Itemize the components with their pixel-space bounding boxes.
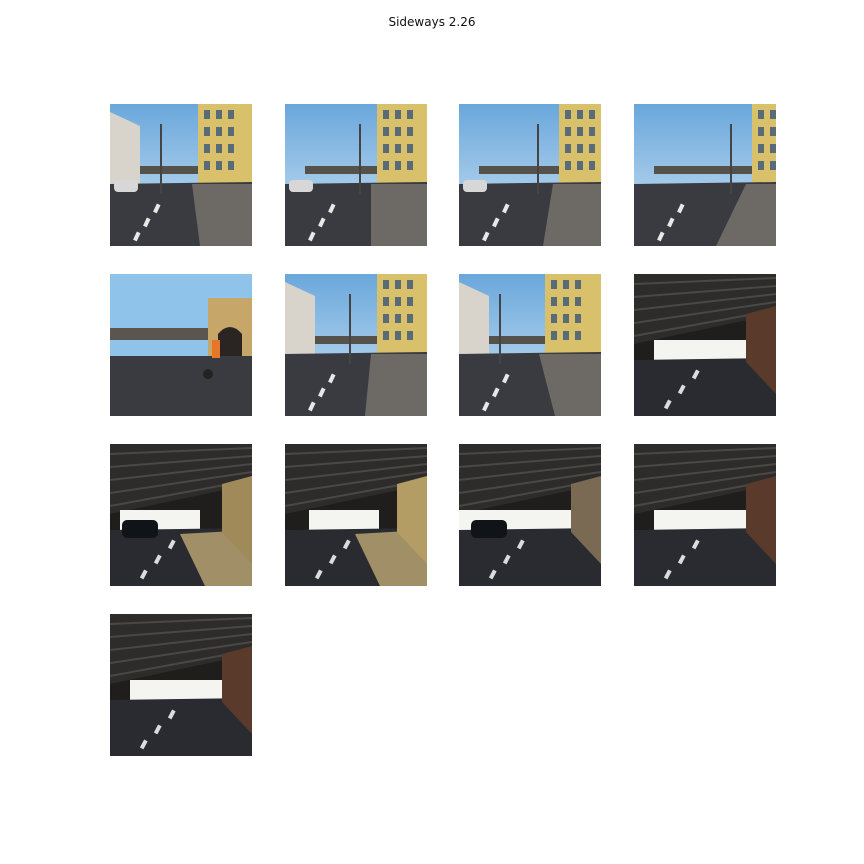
photo-tile-3 — [459, 104, 601, 246]
photo-underpass-exit — [459, 444, 601, 586]
figure-title: Sideways 2.26 — [388, 15, 476, 29]
photo-tile-13 — [110, 614, 252, 756]
photo-street-railing — [285, 104, 427, 246]
photo-underpass — [634, 444, 776, 586]
photo-tile-1 — [110, 104, 252, 246]
photo-tile-12 — [634, 444, 776, 586]
photo-underpass-parked-car — [110, 444, 252, 586]
photo-tile-4 — [634, 104, 776, 246]
photo-underpass — [634, 274, 776, 416]
photo-street-lamp-railing — [459, 104, 601, 246]
photo-gateway-building-cyclist — [110, 274, 252, 416]
photo-tile-7 — [459, 274, 601, 416]
photo-tile-11 — [459, 444, 601, 586]
photo-street-bike-lane — [459, 274, 601, 416]
photo-street-traffic-light — [110, 104, 252, 246]
photo-tile-8 — [634, 274, 776, 416]
photo-tile-10 — [285, 444, 427, 586]
photo-tile-6 — [285, 274, 427, 416]
photo-tile-2 — [285, 104, 427, 246]
photo-underpass — [110, 614, 252, 756]
photo-street-sign-bikes — [634, 104, 776, 246]
photo-tile-5 — [110, 274, 252, 416]
photo-underpass-sunlit — [285, 444, 427, 586]
photo-tile-9 — [110, 444, 252, 586]
photo-street-intersection — [285, 274, 427, 416]
